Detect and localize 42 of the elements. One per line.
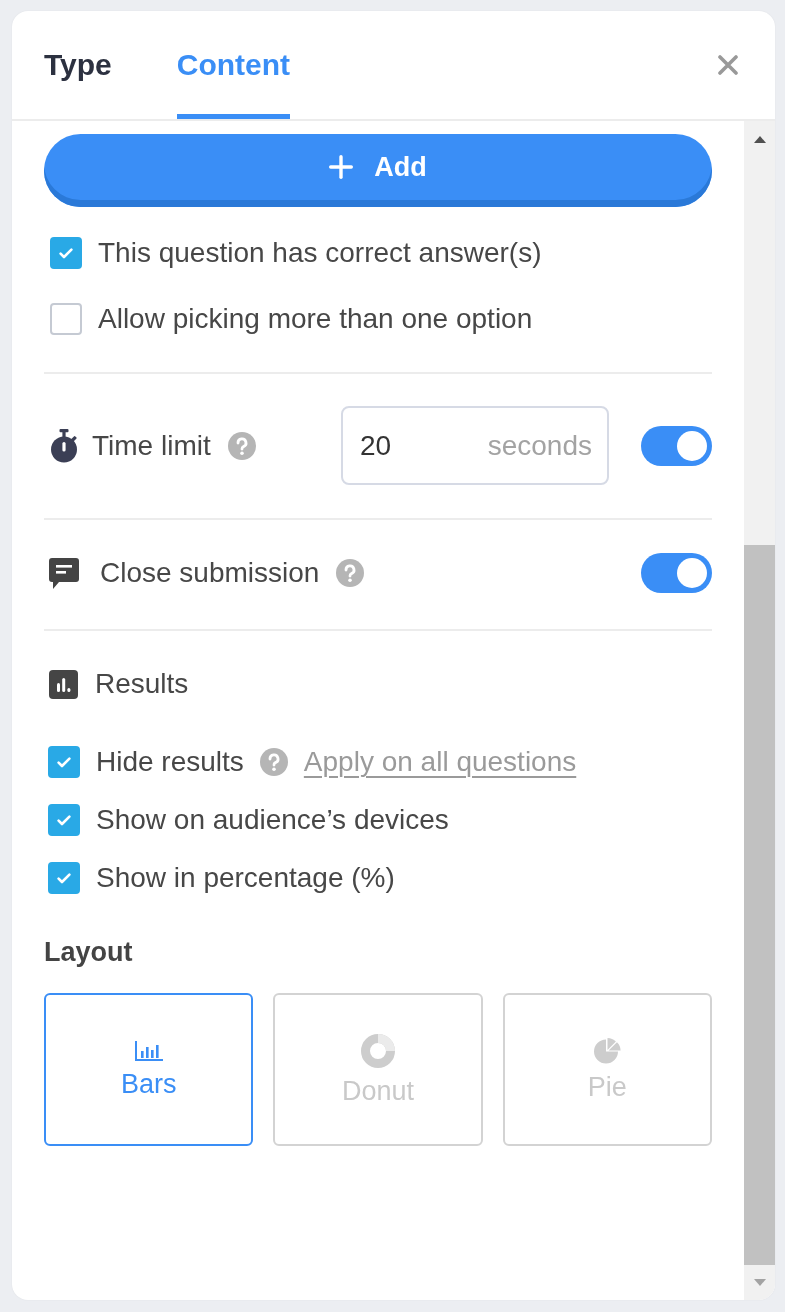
time-limit-label: Time limit: [92, 431, 211, 460]
check-icon: [57, 756, 71, 768]
plus-icon: [329, 155, 354, 179]
option-label: Show on audience’s devices: [96, 806, 449, 834]
close-submission-label: Close submission: [100, 559, 320, 587]
check-icon: [57, 872, 71, 884]
value-input[interactable]: 20: [360, 429, 488, 462]
checkbox[interactable]: [48, 862, 80, 894]
checkbox[interactable]: [50, 303, 82, 335]
option-label: Allow picking more than one option: [98, 305, 533, 333]
donut-chart-icon: [361, 1034, 395, 1068]
scroll-up-icon[interactable]: [753, 135, 766, 143]
bar-chart-icon: [134, 1041, 163, 1061]
help-icon[interactable]: [227, 431, 256, 460]
check-icon: [57, 814, 71, 826]
seconds-input-field[interactable]: 20 seconds: [341, 406, 609, 485]
checkbox[interactable]: [50, 237, 82, 269]
add-button[interactable]: Add: [44, 134, 712, 207]
checkbox[interactable]: [48, 746, 80, 778]
chat-bubble-icon: [49, 557, 79, 589]
option-label: This question has correct answer(s): [98, 239, 542, 267]
scrollbar[interactable]: [744, 121, 775, 1300]
option-label: Show in percentage (%): [96, 864, 395, 892]
scroll-down-icon[interactable]: [753, 1279, 766, 1286]
toggle-switch[interactable]: [641, 425, 712, 466]
checkbox[interactable]: [48, 804, 80, 836]
bar-chart-icon: [49, 669, 78, 699]
option-label: Hide results: [96, 748, 244, 776]
scrollbar-thumb[interactable]: [744, 545, 775, 1265]
unit-label: seconds: [487, 431, 592, 460]
help-icon[interactable]: [336, 559, 365, 587]
results-heading: Results: [95, 670, 189, 698]
toggle-switch[interactable]: [641, 553, 712, 593]
layout-heading: Layout: [44, 938, 133, 966]
help-icon[interactable]: [259, 748, 288, 776]
tab[interactable]: Type: [44, 11, 112, 119]
layout-option[interactable]: Bars: [44, 993, 254, 1146]
close-icon[interactable]: [718, 55, 738, 75]
stopwatch-icon: [50, 428, 78, 463]
pie-chart-icon: [593, 1038, 622, 1064]
check-icon: [59, 247, 73, 259]
apply-all-link[interactable]: Apply on all questions: [303, 748, 577, 776]
